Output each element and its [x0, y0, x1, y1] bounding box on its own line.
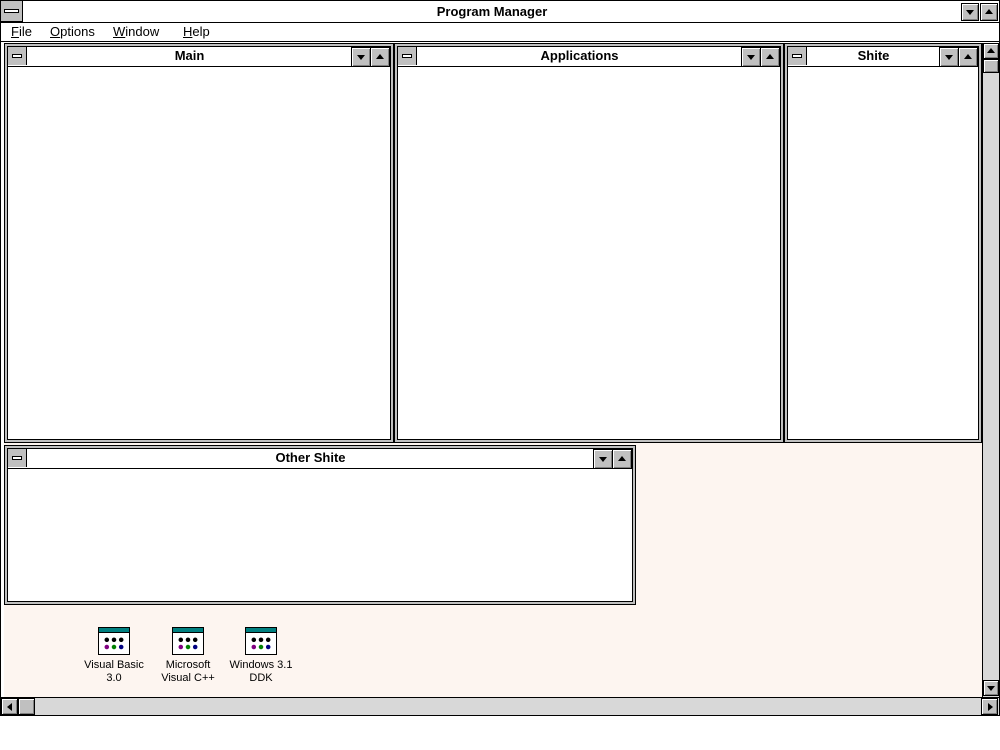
vertical-scroll-thumb[interactable]	[983, 59, 999, 73]
minimize-arrow-icon	[945, 55, 953, 60]
icon-label-line1: Windows 3.1	[229, 659, 293, 671]
group-minimize-button[interactable]	[939, 47, 959, 67]
system-menu-icon	[12, 456, 22, 460]
maximize-arrow-icon	[985, 9, 993, 14]
menu-window[interactable]: Window	[113, 23, 159, 41]
group-window-other-shite[interactable]: Other Shite	[4, 445, 636, 605]
scroll-down-button[interactable]	[983, 680, 999, 696]
group-icon-windows-ddk[interactable]: Windows 3.1 DDK	[221, 627, 301, 685]
group-system-menu-button[interactable]	[8, 47, 27, 65]
maximize-arrow-icon	[964, 54, 972, 59]
group-icon-visual-basic[interactable]: Visual Basic 3.0	[74, 627, 154, 685]
window-title: Program Manager	[436, 4, 548, 19]
group-title-bar[interactable]: Applications	[398, 47, 780, 67]
menu-window-label: indow	[125, 24, 160, 39]
maximize-button[interactable]	[980, 3, 998, 21]
program-group-icon	[172, 627, 204, 655]
maximize-arrow-icon	[766, 54, 774, 59]
system-menu-icon	[792, 54, 802, 58]
menu-file-label: ile	[18, 24, 32, 39]
minimize-arrow-icon	[599, 457, 607, 462]
scroll-left-arrow-icon	[6, 702, 12, 711]
icon-label: Visual Basic 3.0	[74, 659, 154, 685]
horizontal-scrollbar[interactable]	[1, 697, 999, 715]
group-title-bar[interactable]: Main	[8, 47, 390, 67]
scroll-up-arrow-icon	[987, 48, 995, 53]
group-window-applications[interactable]: Applications	[394, 43, 784, 443]
menu-help-mnemonic: H	[183, 24, 193, 39]
program-group-icon	[98, 627, 130, 655]
icon-label-line2: DDK	[249, 672, 273, 684]
group-title-bar[interactable]: Shite	[788, 47, 978, 67]
group-title: Other Shite	[275, 450, 346, 465]
group-system-menu-button[interactable]	[398, 47, 417, 65]
menu-options[interactable]: Options	[50, 23, 95, 41]
menu-file-mnemonic: F	[11, 24, 19, 39]
group-system-menu-button[interactable]	[8, 449, 27, 467]
group-minimize-button[interactable]	[741, 47, 761, 67]
group-maximize-button[interactable]	[612, 449, 632, 469]
menu-window-mnemonic: W	[113, 24, 126, 39]
system-menu-icon	[402, 54, 412, 58]
maximize-arrow-icon	[618, 456, 626, 461]
group-window-main[interactable]: Main	[4, 43, 394, 443]
maximize-arrow-icon	[376, 54, 384, 59]
program-manager-window: Program Manager File Options Window Help…	[0, 0, 1000, 716]
group-icon-visual-cpp[interactable]: Microsoft Visual C++	[148, 627, 228, 685]
icon-label: Windows 3.1 DDK	[221, 659, 301, 685]
group-window-shite[interactable]: Shite	[784, 43, 982, 443]
system-menu-button[interactable]	[1, 1, 23, 22]
scroll-right-arrow-icon	[987, 702, 993, 711]
vertical-scrollbar[interactable]	[982, 43, 999, 697]
scroll-right-button[interactable]	[981, 698, 998, 715]
menu-help-label: elp	[192, 24, 210, 39]
menu-bar: File Options Window Help	[1, 23, 999, 42]
icon-label-line2: 3.0	[106, 672, 122, 684]
icon-label: Microsoft Visual C++	[148, 659, 228, 685]
title-bar[interactable]: Program Manager	[1, 1, 999, 23]
group-maximize-button[interactable]	[760, 47, 780, 67]
icon-label-line1: Visual Basic	[84, 659, 144, 671]
group-minimize-button[interactable]	[351, 47, 371, 67]
horizontal-scroll-thumb[interactable]	[18, 698, 35, 715]
minimize-arrow-icon	[357, 55, 365, 60]
menu-help[interactable]: Help	[183, 23, 210, 41]
group-title: Applications	[540, 48, 619, 63]
minimize-button[interactable]	[961, 3, 979, 21]
scroll-down-arrow-icon	[987, 686, 995, 691]
system-menu-icon	[12, 54, 22, 58]
icon-label-line1: Microsoft	[165, 659, 211, 671]
group-maximize-button[interactable]	[958, 47, 978, 67]
minimize-arrow-icon	[747, 55, 755, 60]
group-maximize-button[interactable]	[370, 47, 390, 67]
system-menu-icon	[4, 9, 19, 13]
mdi-client-area[interactable]: Main Applications Shite Other Shite Visu…	[4, 43, 982, 697]
scroll-up-button[interactable]	[983, 43, 999, 59]
program-group-icon	[245, 627, 277, 655]
group-title: Shite	[857, 48, 890, 63]
group-title: Main	[174, 48, 205, 63]
scroll-left-button[interactable]	[1, 698, 18, 715]
menu-options-label: ptions	[60, 24, 95, 39]
icon-label-line2: Visual C++	[161, 672, 215, 684]
group-system-menu-button[interactable]	[788, 47, 807, 65]
menu-options-mnemonic: O	[50, 24, 61, 39]
group-minimize-button[interactable]	[593, 449, 613, 469]
menu-file[interactable]: File	[11, 23, 32, 41]
minimize-arrow-icon	[966, 10, 974, 15]
group-title-bar[interactable]: Other Shite	[8, 449, 632, 469]
